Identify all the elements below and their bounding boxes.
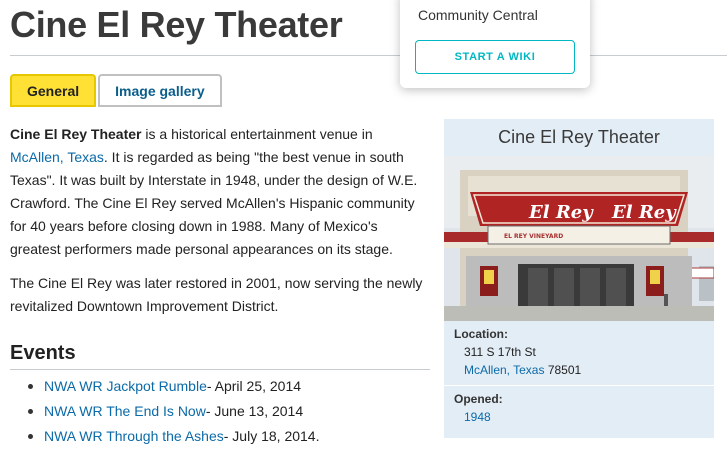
title-divider bbox=[10, 55, 727, 56]
zip-code: 78501 bbox=[544, 363, 582, 377]
start-a-wiki-button[interactable]: START A WIKI bbox=[415, 40, 575, 74]
marquee-text: EL REY VINEYARD bbox=[504, 233, 563, 240]
theater-photo[interactable]: El Rey El Rey EL REY VINEYARD bbox=[444, 156, 714, 321]
marquee-sign: El Rey bbox=[611, 202, 677, 223]
community-central-link[interactable]: Community Central bbox=[418, 7, 538, 23]
infobox: Cine El Rey Theater El Rey El Rey EL REY… bbox=[444, 119, 714, 438]
list-item: NWA WR The End Is Now - June 13, 2014 bbox=[28, 399, 428, 424]
opened-label: Opened: bbox=[454, 392, 503, 406]
article-text: . It is regarded as being "the best venu… bbox=[10, 149, 418, 257]
article-subject: Cine El Rey Theater bbox=[10, 126, 142, 142]
city-link[interactable]: McAllen, Texas bbox=[464, 363, 544, 377]
event-link[interactable]: NWA WR The End Is Now bbox=[44, 399, 206, 424]
bullet-icon bbox=[28, 409, 33, 414]
opened-year-link[interactable]: 1948 bbox=[464, 410, 491, 424]
opened-value-line: 1948 bbox=[454, 408, 704, 426]
community-popup: Community Central START A WIKI bbox=[400, 0, 590, 88]
tab-general[interactable]: General bbox=[10, 74, 97, 107]
location-street: 311 S 17th St bbox=[464, 345, 536, 359]
event-link[interactable]: NWA WR Jackpot Rumble bbox=[44, 374, 207, 399]
opened-section: Opened: 1948 bbox=[444, 385, 714, 432]
infobox-title: Cine El Rey Theater bbox=[498, 127, 660, 147]
events-heading: Events bbox=[10, 342, 430, 370]
article-body: Cine El Rey Theater is a historical ente… bbox=[10, 123, 430, 329]
tab-image-gallery[interactable]: Image gallery bbox=[98, 74, 222, 107]
events-list: NWA WR Jackpot Rumble - April 25, 2014 N… bbox=[28, 374, 428, 449]
event-date: - June 13, 2014 bbox=[205, 403, 304, 419]
location-label: Location: bbox=[454, 327, 508, 341]
tab-bar: General Image gallery bbox=[10, 74, 222, 107]
location-link[interactable]: McAllen, Texas bbox=[10, 149, 104, 165]
location-city-line: McAllen, Texas 78501 bbox=[454, 361, 704, 379]
list-item: NWA WR Through the Ashes - July 18, 2014… bbox=[28, 424, 428, 449]
list-item: NWA WR Jackpot Rumble - April 25, 2014 bbox=[28, 374, 428, 399]
event-date: - July 18, 2014. bbox=[223, 428, 320, 444]
article-paragraph-2: The Cine El Rey was later restored in 20… bbox=[10, 275, 423, 314]
marquee-sign: El Rey bbox=[528, 202, 594, 223]
bullet-icon bbox=[28, 384, 33, 389]
event-link[interactable]: NWA WR Through the Ashes bbox=[44, 424, 224, 449]
page-title: Cine El Rey Theater bbox=[10, 4, 343, 45]
event-date: - April 25, 2014 bbox=[206, 378, 302, 394]
location-section: Location: 311 S 17th St McAllen, Texas 7… bbox=[444, 321, 714, 385]
article-paragraph-1: Cine El Rey Theater is a historical ente… bbox=[10, 123, 430, 261]
bullet-icon bbox=[28, 434, 33, 439]
article-text: is a historical entertainment venue in bbox=[141, 126, 373, 142]
